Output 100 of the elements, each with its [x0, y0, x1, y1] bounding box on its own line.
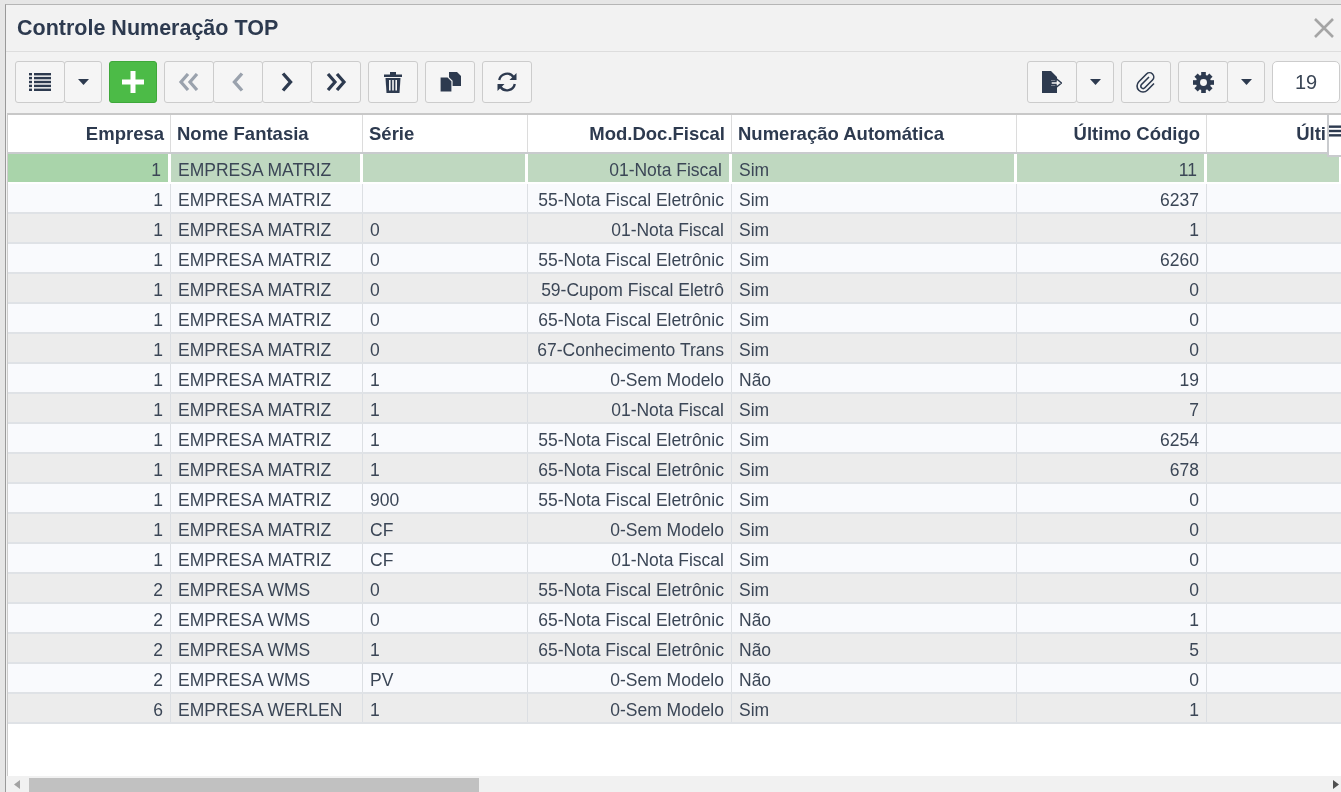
- count-field[interactable]: 19: [1272, 61, 1340, 103]
- dropdown-button[interactable]: [1227, 61, 1265, 103]
- table-cell: EMPRESA MATRIZ: [171, 544, 363, 572]
- table-row[interactable]: 1 EMPRESA MATRIZ 0 65-Nota Fiscal Eletrônic Sim 0: [8, 304, 1341, 334]
- table-row[interactable]: 2 EMPRESA WMS PV 0-Sem Modelo Não 0: [8, 664, 1341, 694]
- table-row[interactable]: 1 EMPRESA MATRIZ 1 55-Nota Fiscal Eletrônic Sim 6254: [8, 424, 1341, 454]
- column-header[interactable]: Últi: [1207, 115, 1341, 152]
- table-cell: 55-Nota Fiscal Eletrônic: [528, 184, 732, 212]
- table-cell: 0-Sem Modelo: [528, 664, 732, 692]
- table-cell: 1: [8, 214, 171, 242]
- table-row[interactable]: 1 EMPRESA MATRIZ 0 67-Conhecimento Trans Sim 0: [8, 334, 1341, 364]
- table-row[interactable]: 1 EMPRESA MATRIZ 01-Nota Fiscal Sim 11: [8, 154, 1341, 184]
- table-row[interactable]: 2 EMPRESA WMS 0 55-Nota Fiscal Eletrônic Sim 0: [8, 574, 1341, 604]
- attach-button[interactable]: [1121, 61, 1171, 103]
- table-cell: 0: [363, 574, 528, 602]
- table-cell: 0: [1017, 664, 1207, 692]
- table-cell: 65-Nota Fiscal Eletrônic: [528, 304, 732, 332]
- table-row[interactable]: 1 EMPRESA MATRIZ 1 01-Nota Fiscal Sim 7: [8, 394, 1341, 424]
- table-cell: 65-Nota Fiscal Eletrônic: [528, 454, 732, 482]
- table-cell: 1: [1017, 214, 1207, 242]
- table-cell: Não: [732, 364, 1017, 392]
- table-cell: Sim: [732, 244, 1017, 272]
- next-button[interactable]: [262, 61, 312, 103]
- table-cell: 01-Nota Fiscal: [528, 214, 732, 242]
- table-cell: Sim: [732, 184, 1017, 212]
- table-cell: EMPRESA MATRIZ: [171, 424, 363, 452]
- table-cell: EMPRESA MATRIZ: [171, 304, 363, 332]
- table-cell: 0: [363, 604, 528, 632]
- scrollbar-thumb[interactable]: [29, 778, 479, 792]
- table-row[interactable]: 1 EMPRESA MATRIZ CF 0-Sem Modelo Sim 0: [8, 514, 1341, 544]
- table-cell: Sim: [732, 304, 1017, 332]
- refresh-button[interactable]: [482, 61, 532, 103]
- table-row[interactable]: 1 EMPRESA MATRIZ 1 65-Nota Fiscal Eletrônic Sim 678: [8, 454, 1341, 484]
- table-cell: CF: [363, 514, 528, 542]
- table-cell: 0: [1017, 574, 1207, 602]
- table-cell: Sim: [732, 274, 1017, 302]
- table-cell: Sim: [732, 694, 1017, 722]
- last-button[interactable]: [311, 61, 361, 103]
- table-cell: 55-Nota Fiscal Eletrônic: [528, 574, 732, 602]
- table-cell: PV: [363, 664, 528, 692]
- paperclip-icon: [1135, 71, 1157, 93]
- table-cell: 0: [1017, 274, 1207, 302]
- dropdown-button[interactable]: [64, 61, 102, 103]
- dropdown-button[interactable]: [1076, 61, 1114, 103]
- table-cell: 55-Nota Fiscal Eletrônic: [528, 424, 732, 452]
- table-cell: Sim: [732, 484, 1017, 512]
- delete-button[interactable]: [368, 61, 418, 103]
- table-cell: 678: [1017, 454, 1207, 482]
- caret-icon: [77, 79, 89, 85]
- table-cell: 59-Cupom Fiscal Eletrô: [528, 274, 732, 302]
- table-cell: Sim: [732, 214, 1017, 242]
- table-row[interactable]: 1 EMPRESA MATRIZ 0 55-Nota Fiscal Eletrônic Sim 6260: [8, 244, 1341, 274]
- column-header[interactable]: Mod.Doc.Fiscal: [528, 115, 732, 152]
- list-view-button[interactable]: [15, 61, 65, 103]
- table-cell: Sim: [732, 544, 1017, 572]
- table-cell: 0: [363, 304, 528, 332]
- table-cell: 0: [363, 244, 528, 272]
- column-menu-icon[interactable]: [1327, 115, 1341, 157]
- chevron-left-icon: [232, 72, 244, 92]
- table-cell: 5: [1017, 634, 1207, 662]
- table-row[interactable]: 1 EMPRESA MATRIZ CF 01-Nota Fiscal Sim 0: [8, 544, 1341, 574]
- table-cell: 0-Sem Modelo: [528, 364, 732, 392]
- table-cell: 6237: [1017, 184, 1207, 212]
- table-row[interactable]: 1 EMPRESA MATRIZ 0 01-Nota Fiscal Sim 1: [8, 214, 1341, 244]
- table-cell: EMPRESA MATRIZ: [171, 274, 363, 302]
- table-cell: Não: [732, 634, 1017, 662]
- table-cell: 1: [8, 304, 171, 332]
- table-cell: EMPRESA WMS: [171, 604, 363, 632]
- column-header[interactable]: Série: [363, 115, 528, 152]
- column-header[interactable]: Numeração Automática: [732, 115, 1017, 152]
- gear-icon: [1192, 71, 1214, 93]
- table-row[interactable]: 1 EMPRESA MATRIZ 0 59-Cupom Fiscal Eletrô Sim 0: [8, 274, 1341, 304]
- table-cell: 19: [1017, 364, 1207, 392]
- copy-button[interactable]: [425, 61, 475, 103]
- table-cell: 2: [8, 604, 171, 632]
- column-header[interactable]: Nome Fantasia: [171, 115, 363, 152]
- column-header[interactable]: Empresa: [8, 115, 171, 152]
- table-row[interactable]: 6 EMPRESA WERLEN 1 0-Sem Modelo Sim 1: [8, 694, 1341, 724]
- export-button[interactable]: [1027, 61, 1077, 103]
- table-cell: 1: [8, 334, 171, 362]
- table-cell: EMPRESA MATRIZ: [171, 454, 363, 482]
- table-cell: 0: [1017, 514, 1207, 542]
- table-cell: 01-Nota Fiscal: [528, 394, 732, 422]
- table-cell: 0: [1017, 304, 1207, 332]
- table-cell: 1: [1017, 604, 1207, 632]
- scroll-right-icon[interactable]: [1333, 779, 1339, 789]
- table-row[interactable]: 2 EMPRESA WMS 1 65-Nota Fiscal Eletrônic Não 5: [8, 634, 1341, 664]
- table-cell: EMPRESA MATRIZ: [171, 514, 363, 542]
- table-cell: 7: [1017, 394, 1207, 422]
- table-row[interactable]: 2 EMPRESA WMS 0 65-Nota Fiscal Eletrônic Não 1: [8, 604, 1341, 634]
- settings-button[interactable]: [1178, 61, 1228, 103]
- table-row[interactable]: 1 EMPRESA MATRIZ 900 55-Nota Fiscal Eletrônic Sim 0: [8, 484, 1341, 514]
- table-cell: 0: [363, 334, 528, 362]
- table-row[interactable]: 1 EMPRESA MATRIZ 1 0-Sem Modelo Não 19: [8, 364, 1341, 394]
- table-cell: EMPRESA MATRIZ: [171, 184, 363, 212]
- table-cell: 1: [1017, 694, 1207, 722]
- column-header[interactable]: Último Código: [1017, 115, 1207, 152]
- table-cell: Não: [732, 604, 1017, 632]
- add-button[interactable]: [109, 61, 157, 103]
- table-row[interactable]: 1 EMPRESA MATRIZ 55-Nota Fiscal Eletrônic Sim 6237: [8, 184, 1341, 214]
